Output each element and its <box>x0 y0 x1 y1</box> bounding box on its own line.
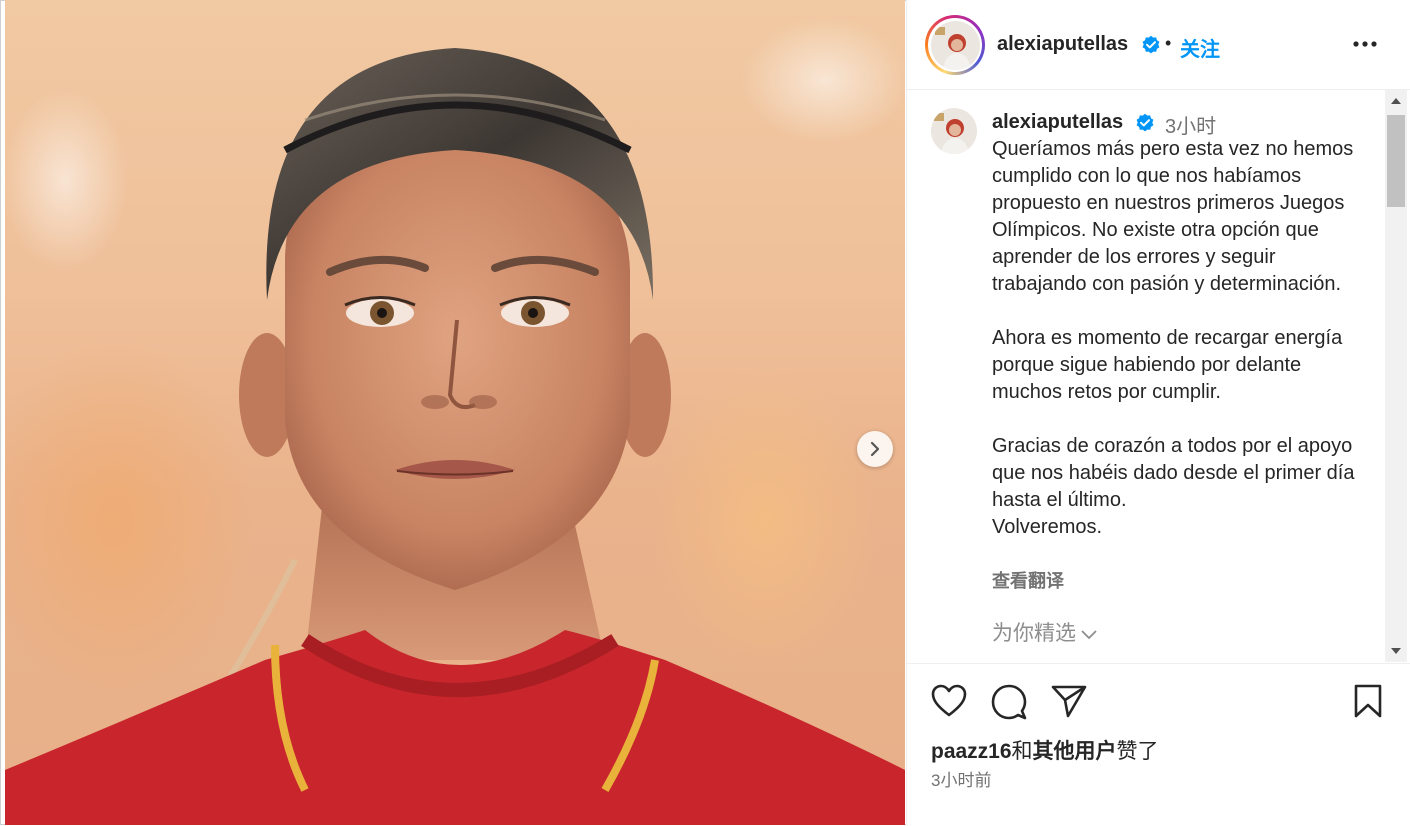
story-ring[interactable] <box>925 15 985 75</box>
triangle-down-icon <box>1391 648 1401 654</box>
caption-text: Queríamos más pero esta vez no hemos cum… <box>992 138 1355 538</box>
scrollbar-thumb[interactable] <box>1387 115 1405 207</box>
for-you-filter[interactable]: 为你精选 <box>992 617 1098 647</box>
separator-dot: • <box>1165 33 1172 53</box>
action-bar: paazz16和其他用户赞了 3小时前 <box>907 663 1410 826</box>
send-icon[interactable] <box>1051 684 1087 718</box>
next-photo-button[interactable] <box>857 431 893 467</box>
avatar <box>930 20 980 70</box>
scroll-down-arrow[interactable] <box>1385 640 1407 662</box>
player-illustration <box>5 48 905 825</box>
avatar-border <box>928 18 982 72</box>
follow-button[interactable]: 关注 <box>1180 33 1220 62</box>
more-horizontal-icon[interactable] <box>1353 40 1377 48</box>
post-timestamp[interactable]: 3小时前 <box>931 766 991 791</box>
liked-by-user[interactable]: paazz16 <box>931 740 1012 763</box>
verified-badge-icon <box>1142 35 1160 54</box>
post-sidebar: alexiaputellas • 关注 alexiaputellas 3小时 Q… <box>906 0 1410 825</box>
caption-timestamp[interactable]: 3小时 <box>1165 110 1216 139</box>
scroll-up-arrow[interactable] <box>1385 90 1407 112</box>
see-translation-link[interactable]: 查看翻译 <box>992 567 1064 593</box>
bookmark-icon[interactable] <box>1353 684 1383 718</box>
post-photo <box>5 0 905 825</box>
chevron-down-icon <box>1081 630 1097 640</box>
caption-username[interactable]: alexiaputellas <box>992 111 1123 134</box>
caption-scroll-area[interactable]: alexiaputellas 3小时 Queríamos más pero es… <box>907 90 1385 662</box>
comment-icon[interactable] <box>991 684 1027 720</box>
for-you-label: 为你精选 <box>992 622 1076 645</box>
liked-by-others[interactable]: 其他用户 <box>1033 740 1117 763</box>
post-header: alexiaputellas • 关注 <box>907 0 1410 90</box>
chevron-right-icon <box>870 441 880 457</box>
scrollbar[interactable] <box>1385 90 1407 662</box>
header-username[interactable]: alexiaputellas <box>997 33 1128 56</box>
likes-connector: 和 <box>1011 740 1033 763</box>
caption-avatar[interactable] <box>931 108 977 154</box>
heart-icon[interactable] <box>931 684 967 718</box>
verified-badge-icon <box>1136 113 1154 132</box>
likes-suffix: 赞了 <box>1116 740 1159 763</box>
likes-summary: paazz16和其他用户赞了 <box>931 735 1159 765</box>
triangle-up-icon <box>1391 98 1401 104</box>
